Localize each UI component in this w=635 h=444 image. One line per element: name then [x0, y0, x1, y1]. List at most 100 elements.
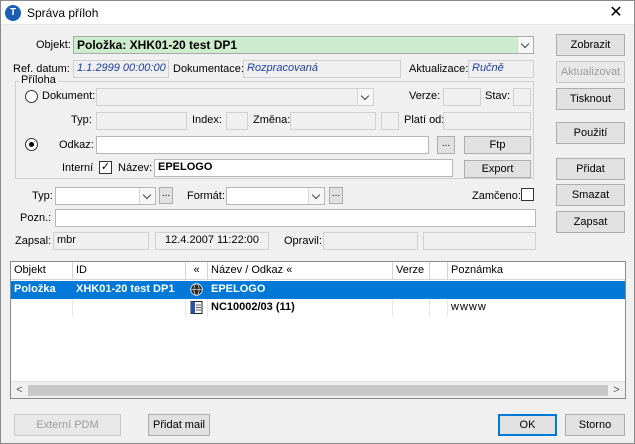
cell-id: XHK01-20 test DP1: [73, 281, 186, 299]
pozn-field[interactable]: [55, 209, 536, 227]
table-row[interactable]: NC10002/03 (11) wwww: [11, 299, 625, 317]
verze-field[interactable]: [443, 88, 481, 106]
cell-nazev: EPELOGO: [208, 281, 393, 299]
pridat-button[interactable]: Přidat: [556, 158, 625, 180]
zamceno-checkbox[interactable]: [521, 188, 534, 201]
dialog-window: T Správa příloh ✕ Objekt: Položka: XHK01…: [0, 0, 635, 444]
pozn-label: Pozn.:: [20, 212, 52, 224]
chevron-down-icon[interactable]: [139, 188, 155, 204]
column-header-verze[interactable]: Verze: [393, 262, 430, 280]
zobrazit-button[interactable]: Zobrazit: [556, 34, 625, 56]
zamceno-label: Zamčeno:: [472, 190, 521, 202]
platiod-field[interactable]: [443, 112, 531, 130]
zapsat-button[interactable]: Zapsat: [556, 211, 625, 233]
smazat-button[interactable]: Smazat: [556, 184, 625, 206]
stav-label: Stav:: [485, 90, 511, 102]
chevron-down-icon[interactable]: [357, 89, 373, 105]
nazev-field[interactable]: EPELOGO: [154, 159, 453, 177]
index-label: Index:: [192, 114, 222, 126]
ok-button[interactable]: OK: [498, 414, 557, 436]
document-icon: [190, 301, 203, 314]
extra-typ-combo[interactable]: [55, 187, 156, 205]
aktualizace-field: Ručně: [468, 60, 534, 78]
format-combo[interactable]: [226, 187, 325, 205]
pridat-mail-button[interactable]: Přidat mail: [148, 414, 210, 436]
attachments-table[interactable]: Objekt ID « Název / Odkaz « Verze Poznám…: [10, 261, 626, 399]
export-button[interactable]: Export: [464, 160, 531, 178]
interni-checkbox[interactable]: ✓: [99, 161, 112, 174]
cell-nazev: NC10002/03 (11): [208, 299, 393, 317]
aktualizovat-button[interactable]: Aktualizovat: [556, 61, 625, 83]
format-label: Formát:: [187, 190, 225, 202]
odkaz-browse-button[interactable]: ...: [437, 136, 455, 154]
cell-poznamka: [448, 281, 625, 299]
objekt-combo[interactable]: Položka: XHK01-20 test DP1: [73, 36, 534, 54]
column-header-id[interactable]: ID: [73, 262, 186, 280]
typ-field[interactable]: [96, 112, 187, 130]
cell-blank: [430, 299, 448, 317]
scroll-right-icon[interactable]: >: [608, 382, 625, 398]
pouziti-button[interactable]: Použití: [556, 122, 625, 144]
typ-browse-button[interactable]: ...: [159, 187, 173, 204]
horizontal-scrollbar[interactable]: < >: [11, 381, 625, 398]
column-header-poznamka[interactable]: Poznámka: [448, 262, 625, 280]
window-title: Správa příloh: [27, 6, 99, 20]
odkaz-radio[interactable]: [25, 138, 38, 151]
column-header-blank[interactable]: [430, 262, 448, 280]
verze-label: Verze:: [409, 90, 441, 102]
chevron-down-icon[interactable]: [517, 37, 533, 53]
cell-verze: [393, 281, 430, 299]
table-header: Objekt ID « Název / Odkaz « Verze Poznám…: [11, 262, 625, 280]
globe-icon: [190, 283, 203, 296]
app-logo-icon: T: [5, 5, 21, 21]
cell-objekt: [11, 299, 73, 317]
zapsal-date-field: 12.4.2007 11:22:00: [155, 232, 269, 250]
zapsal-user-field: mbr: [53, 232, 149, 250]
externi-pdm-button[interactable]: Externí PDM: [14, 414, 121, 436]
ref-datum-field: 1.1.2999 00:00:00: [73, 60, 169, 78]
format-browse-button[interactable]: ...: [329, 187, 343, 204]
zmena-field[interactable]: [290, 112, 376, 130]
column-header-objekt[interactable]: Objekt: [11, 262, 73, 280]
close-icon[interactable]: ✕: [606, 3, 626, 23]
zmena-extra-field[interactable]: [381, 112, 399, 130]
objekt-value: Položka: XHK01-20 test DP1: [77, 38, 238, 52]
chevron-down-icon[interactable]: [308, 188, 324, 204]
stav-field[interactable]: [513, 88, 531, 106]
zmena-label: Změna:: [253, 114, 291, 126]
cell-blank: [430, 281, 448, 299]
aktualizace-label: Aktualizace:: [409, 63, 469, 75]
cell-poznamka: wwww: [451, 301, 487, 313]
dokument-radio[interactable]: [25, 90, 38, 103]
priloha-group-label: Příloha: [19, 74, 58, 86]
zapsal-label: Zapsal:: [15, 235, 52, 247]
dokumentace-field: Rozpracovaná: [243, 60, 401, 78]
cell-id: [73, 299, 186, 317]
ftp-button[interactable]: Ftp: [464, 136, 531, 154]
opravil-date-field: [423, 232, 536, 250]
scroll-thumb[interactable]: [28, 385, 608, 396]
opravil-user-field: [323, 232, 418, 250]
cell-verze: [393, 299, 430, 317]
nazev-label: Název:: [118, 162, 153, 174]
extra-typ-label: Typ:: [32, 190, 53, 202]
opravil-label: Opravil:: [284, 235, 322, 247]
odkaz-field[interactable]: [96, 136, 429, 154]
odkaz-label: Odkaz:: [59, 139, 94, 151]
dokument-label: Dokument:: [42, 90, 96, 102]
cell-icon-wrap: [186, 299, 208, 317]
column-header-sort[interactable]: «: [186, 262, 208, 280]
index-field[interactable]: [226, 112, 248, 130]
title-bar: T Správa příloh ✕: [1, 1, 634, 25]
platiod-label: Platí od:: [404, 114, 445, 126]
dokumentace-label: Dokumentace:: [173, 63, 244, 75]
dokument-combo[interactable]: [96, 88, 374, 106]
column-header-nazev[interactable]: Název / Odkaz «: [208, 262, 393, 280]
scroll-left-icon[interactable]: <: [11, 382, 28, 398]
objekt-label: Objekt:: [36, 39, 71, 51]
storno-button[interactable]: Storno: [565, 414, 625, 436]
typ-label: Typ:: [71, 114, 92, 126]
table-row[interactable]: Položka XHK01-20 test DP1 EPELOGO: [11, 281, 625, 299]
tisknout-button[interactable]: Tisknout: [556, 88, 625, 110]
interni-label: Interní: [62, 162, 94, 174]
